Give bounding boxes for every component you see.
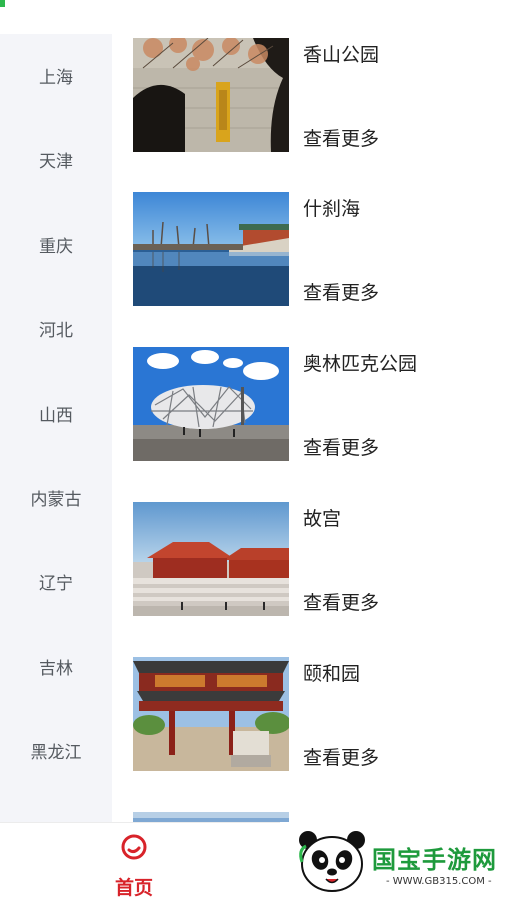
tab-home[interactable]: 首页 — [96, 829, 172, 899]
sidebar-item-liaoning[interactable]: 辽宁 — [0, 561, 112, 601]
sidebar-item-jilin[interactable]: 吉林 — [0, 646, 112, 686]
sidebar-item-label: 天津 — [39, 151, 73, 172]
view-more-link[interactable]: 查看更多 — [303, 433, 379, 460]
sidebar-item-shanghai[interactable]: 上海 — [0, 55, 112, 95]
view-more-link[interactable]: 查看更多 — [303, 124, 379, 151]
attraction-photo[interactable] — [133, 502, 289, 616]
sidebar-item-heilongjiang[interactable]: 黑龙江 — [0, 730, 112, 770]
site-watermark: 国宝手游网 - WWW.GB315.COM - — [280, 822, 506, 900]
attraction-card[interactable]: 什刹海 查看更多 — [112, 192, 506, 306]
attraction-title: 故宫 — [303, 508, 342, 530]
view-more-link[interactable]: 查看更多 — [303, 588, 379, 615]
sidebar-item-label: 山西 — [39, 405, 73, 426]
sidebar-item-neimenggu[interactable]: 内蒙古 — [0, 477, 112, 517]
attraction-card[interactable] — [112, 812, 506, 822]
attraction-title: 香山公园 — [303, 44, 380, 66]
sidebar-item-label: 河北 — [39, 320, 73, 341]
attraction-photo[interactable] — [133, 812, 289, 822]
attraction-photo[interactable] — [133, 657, 289, 771]
province-sidebar: 上海 天津 重庆 河北 山西 内蒙古 辽宁 吉林 黑龙江 — [0, 34, 112, 822]
attraction-photo[interactable] — [133, 192, 289, 306]
attraction-title: 什刹海 — [303, 198, 361, 220]
view-more-link[interactable]: 查看更多 — [303, 278, 379, 305]
attraction-card[interactable]: 香山公园 查看更多 — [112, 38, 506, 152]
sidebar-item-label: 内蒙古 — [30, 489, 82, 510]
panda-logo-icon — [299, 831, 365, 892]
watermark-url: - WWW.GB315.COM - — [386, 876, 492, 887]
attraction-photo[interactable] — [133, 347, 289, 461]
corner-accent — [0, 0, 5, 7]
sidebar-item-label: 重庆 — [39, 236, 73, 257]
sidebar-item-hebei[interactable]: 河北 — [0, 308, 112, 348]
attraction-photo[interactable] — [133, 38, 289, 152]
tab-home-label: 首页 — [114, 877, 153, 899]
attraction-card[interactable]: 奥林匹克公园 查看更多 — [112, 347, 506, 461]
attraction-title: 颐和园 — [303, 663, 361, 685]
sidebar-item-label: 吉林 — [39, 658, 73, 679]
attraction-title: 奥林匹克公园 — [303, 353, 418, 375]
sidebar-item-label: 辽宁 — [39, 573, 73, 594]
home-icon — [121, 834, 147, 860]
sidebar-item-shanxi[interactable]: 山西 — [0, 393, 112, 433]
sidebar-item-label: 黑龙江 — [30, 742, 82, 763]
sidebar-item-label: 上海 — [39, 67, 73, 88]
attraction-card[interactable]: 颐和园 查看更多 — [112, 657, 506, 771]
sidebar-item-tianjin[interactable]: 天津 — [0, 139, 112, 179]
sidebar-item-chongqing[interactable]: 重庆 — [0, 224, 112, 264]
view-more-link[interactable]: 查看更多 — [303, 743, 379, 770]
watermark-brand: 国宝手游网 — [372, 846, 497, 874]
attraction-card[interactable]: 故宫 查看更多 — [112, 502, 506, 616]
attraction-list: 香山公园 查看更多 什刹海 查看更多 奥林匹克公园 查看更多 故宫 查看更多 颐… — [112, 0, 506, 822]
